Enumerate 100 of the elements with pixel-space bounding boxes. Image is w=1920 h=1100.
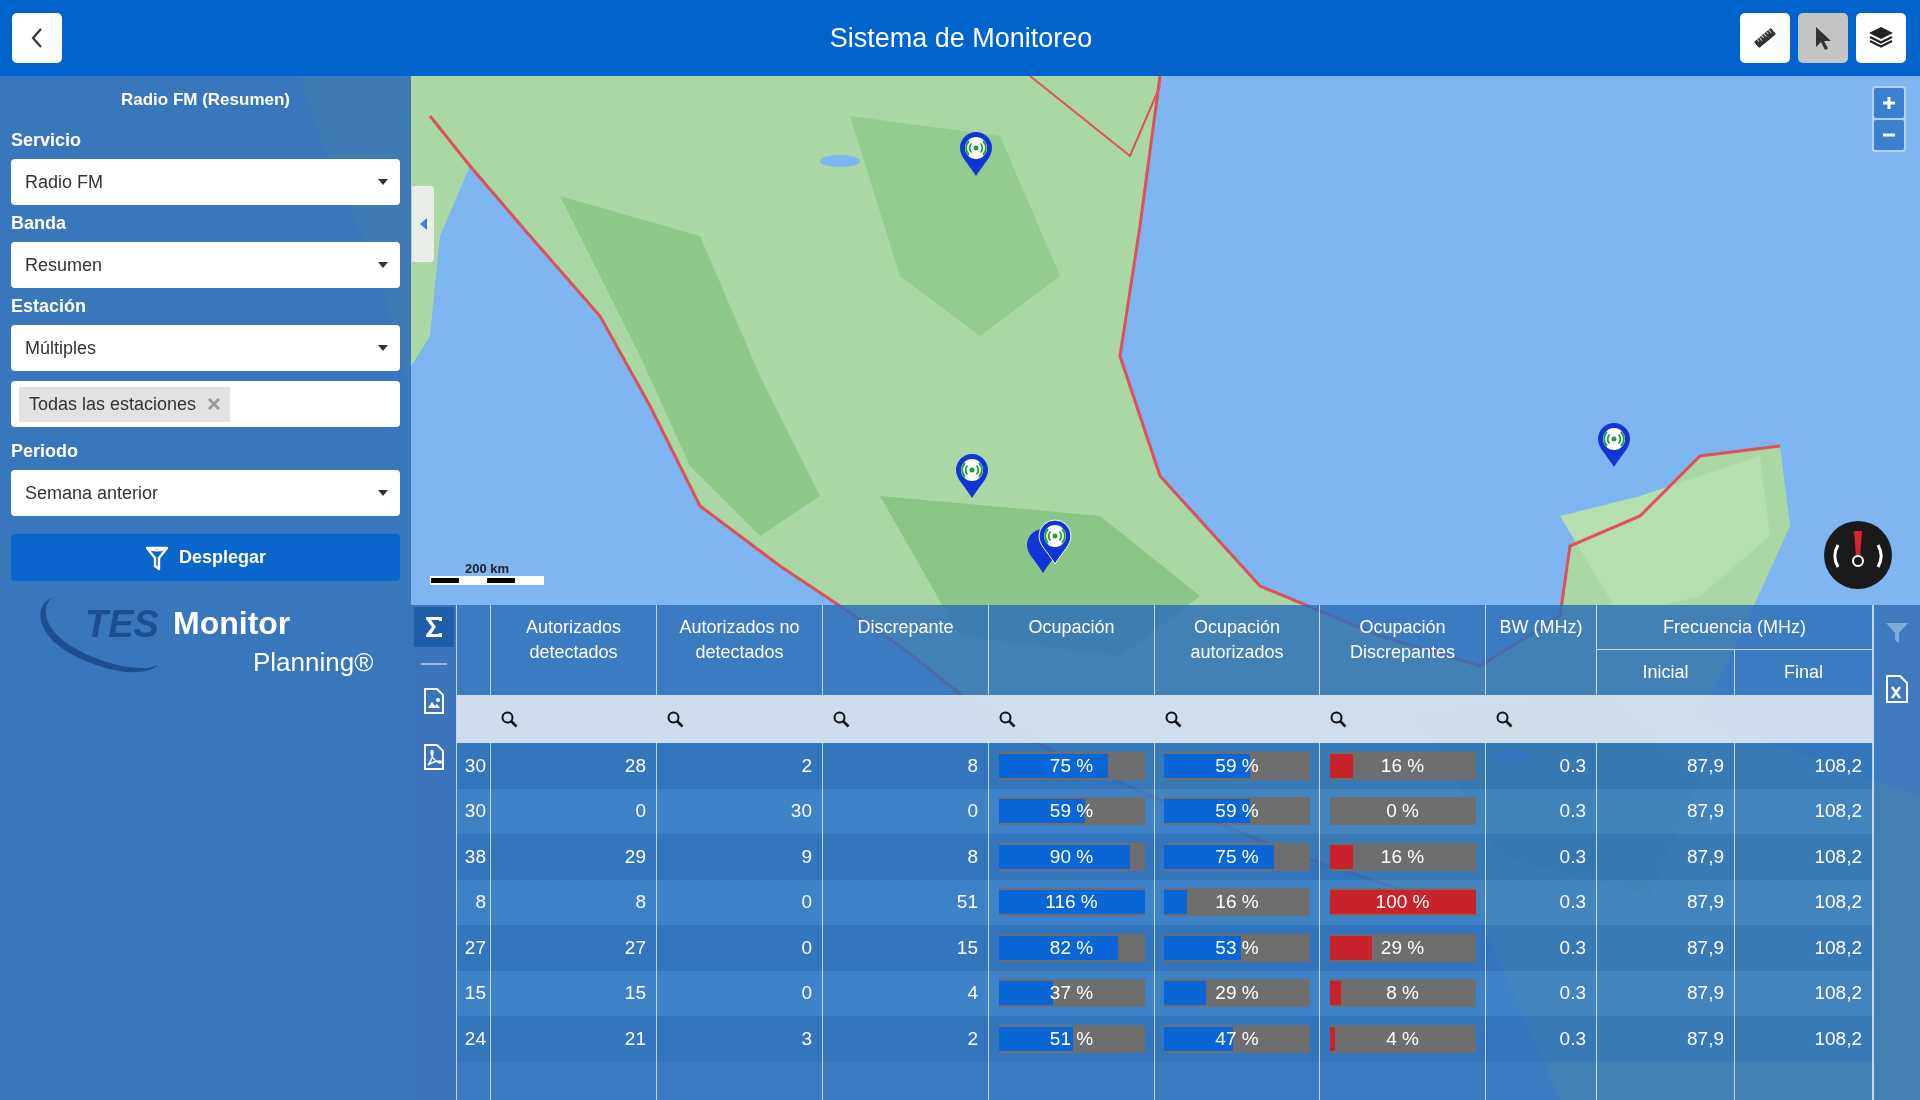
map-tool-button[interactable] <box>1856 13 1906 63</box>
zoom-out-button[interactable] <box>1874 120 1904 150</box>
image-file-icon <box>422 688 445 714</box>
zoom-in-button[interactable] <box>1874 88 1904 118</box>
table-cell: 87,9 <box>1597 788 1735 834</box>
percent-label: 51 % <box>1049 1027 1094 1050</box>
field-label: Periodo <box>11 441 79 462</box>
percent-label: 16 % <box>1380 845 1425 868</box>
percent-label: 16 % <box>1380 754 1425 777</box>
tag-field[interactable]: Todas las estaciones <box>11 381 400 427</box>
funnel-icon <box>144 544 169 571</box>
search-icon[interactable] <box>1330 710 1347 728</box>
chevron-left-icon <box>30 27 44 49</box>
compass-icon[interactable] <box>1824 521 1892 589</box>
display-button[interactable]: Desplegar <box>11 534 400 581</box>
table-cell: 51 <box>823 879 989 925</box>
table-cell: 2 <box>823 1016 989 1062</box>
caret-icon <box>378 179 388 185</box>
map-tool-button[interactable] <box>1798 13 1848 63</box>
tag-label: Todas las estaciones <box>29 393 197 415</box>
select-field[interactable]: Resumen <box>11 242 400 288</box>
search-icon[interactable] <box>501 710 518 728</box>
percent-label: 59 % <box>1049 800 1094 823</box>
select-field[interactable]: Semana anterior <box>11 470 400 516</box>
field-label: Estación <box>11 296 88 317</box>
table-cell: 29 <box>491 834 657 880</box>
table-cell: 0 <box>823 788 989 834</box>
search-icon[interactable] <box>999 710 1016 728</box>
caret-icon <box>378 262 388 268</box>
table-cell: 0.3 <box>1486 743 1597 789</box>
table-cell: 0.3 <box>1486 925 1597 971</box>
search-icon[interactable] <box>1496 710 1513 728</box>
map-tool-button[interactable] <box>1740 13 1790 63</box>
table-cell: 3 <box>657 1016 823 1062</box>
window-title: Sistema de Monitoreo <box>828 22 1094 54</box>
caret-icon <box>378 345 388 351</box>
table-cell: 15 <box>491 970 657 1016</box>
station-pin-icon[interactable] <box>1596 422 1632 468</box>
table-cell: 24 <box>457 1016 491 1062</box>
table-row[interactable]: 24 21 3 2 51 % 47 % 4 % 0.3 87,9 108,2 <box>457 1016 1873 1062</box>
table-cell: 15 <box>823 925 989 971</box>
percent-label: 59 % <box>1215 754 1259 777</box>
table-cell: 0.3 <box>1486 834 1597 880</box>
percent-label: 53 % <box>1215 936 1259 959</box>
table-cell: 2 <box>657 743 823 789</box>
scale-label: 200 km <box>464 561 510 576</box>
table-cell: 28 <box>491 743 657 789</box>
table-row[interactable]: 30 28 2 8 75 % 59 % 16 % 0.3 87,9 108,2 <box>457 743 1873 789</box>
table-cell: 0 <box>491 788 657 834</box>
field-label: Servicio <box>11 130 83 151</box>
collapse-tab[interactable] <box>412 186 434 262</box>
percent-label: 75 % <box>1215 845 1259 868</box>
search-icon[interactable] <box>1165 710 1182 728</box>
table-cell: 8 <box>491 879 657 925</box>
table-cell: 87,9 <box>1597 834 1735 880</box>
table-row[interactable]: 8 8 0 51 116 % 16 % 100 % 0.3 87,9 108,2 <box>457 879 1873 925</box>
table-cell: 30 <box>657 788 823 834</box>
table-row[interactable]: 38 29 9 8 90 % 75 % 16 % 0.3 87,9 108,2 <box>457 834 1873 880</box>
table-cell: 87,9 <box>1597 925 1735 971</box>
percent-label: 29 % <box>1380 936 1425 959</box>
funnel-icon <box>1884 620 1910 646</box>
table-cell: 87,9 <box>1597 743 1735 789</box>
percent-label: 116 % <box>1045 891 1098 914</box>
field-label: Banda <box>11 213 67 234</box>
table-cell: 8 <box>457 879 491 925</box>
select-field[interactable]: Múltiples <box>11 325 400 371</box>
table-cell: 8 <box>823 743 989 789</box>
table-cell: 21 <box>491 1016 657 1062</box>
minus-icon <box>1882 133 1896 137</box>
pin-cluster-icon[interactable] <box>1025 518 1073 574</box>
table-cell: 27 <box>491 925 657 971</box>
table-cell: 87,9 <box>1597 879 1735 925</box>
table-cell: 30 <box>457 788 491 834</box>
logo-text: Monitor <box>173 605 291 642</box>
table-cell: 0 <box>657 970 823 1016</box>
table-cell: 0.3 <box>1486 1016 1597 1062</box>
percent-label: 29 % <box>1215 982 1259 1005</box>
search-icon[interactable] <box>833 710 850 728</box>
percent-label: 47 % <box>1215 1027 1259 1050</box>
percent-label: 8 % <box>1386 982 1419 1005</box>
percent-label: 75 % <box>1049 754 1094 777</box>
toolbar-button[interactable] <box>413 607 454 647</box>
percent-label: 16 % <box>1215 891 1259 914</box>
table-cell: 0 <box>657 879 823 925</box>
percent-label: 100 % <box>1375 891 1430 914</box>
table-cell: 0.3 <box>1486 970 1597 1016</box>
table-row[interactable]: 27 27 0 15 82 % 53 % 29 % 0.3 87,9 108,2 <box>457 925 1873 971</box>
table-cell: 4 <box>823 970 989 1016</box>
table-cell: 0.3 <box>1486 788 1597 834</box>
back-button[interactable] <box>12 13 62 63</box>
search-icon[interactable] <box>667 710 684 728</box>
table-cell: 9 <box>657 834 823 880</box>
table-row[interactable]: 30 0 30 0 59 % 59 % 0 % 0.3 87,9 108,2 <box>457 788 1873 834</box>
plus-icon <box>1882 96 1896 110</box>
station-pin-icon[interactable] <box>958 131 994 177</box>
panel-title: Radio FM (Resumen) <box>119 90 292 110</box>
station-pin-icon[interactable] <box>954 453 990 499</box>
caret-left-icon <box>419 218 427 230</box>
select-field[interactable]: Radio FM <box>11 159 400 205</box>
percent-label: 82 % <box>1049 936 1094 959</box>
